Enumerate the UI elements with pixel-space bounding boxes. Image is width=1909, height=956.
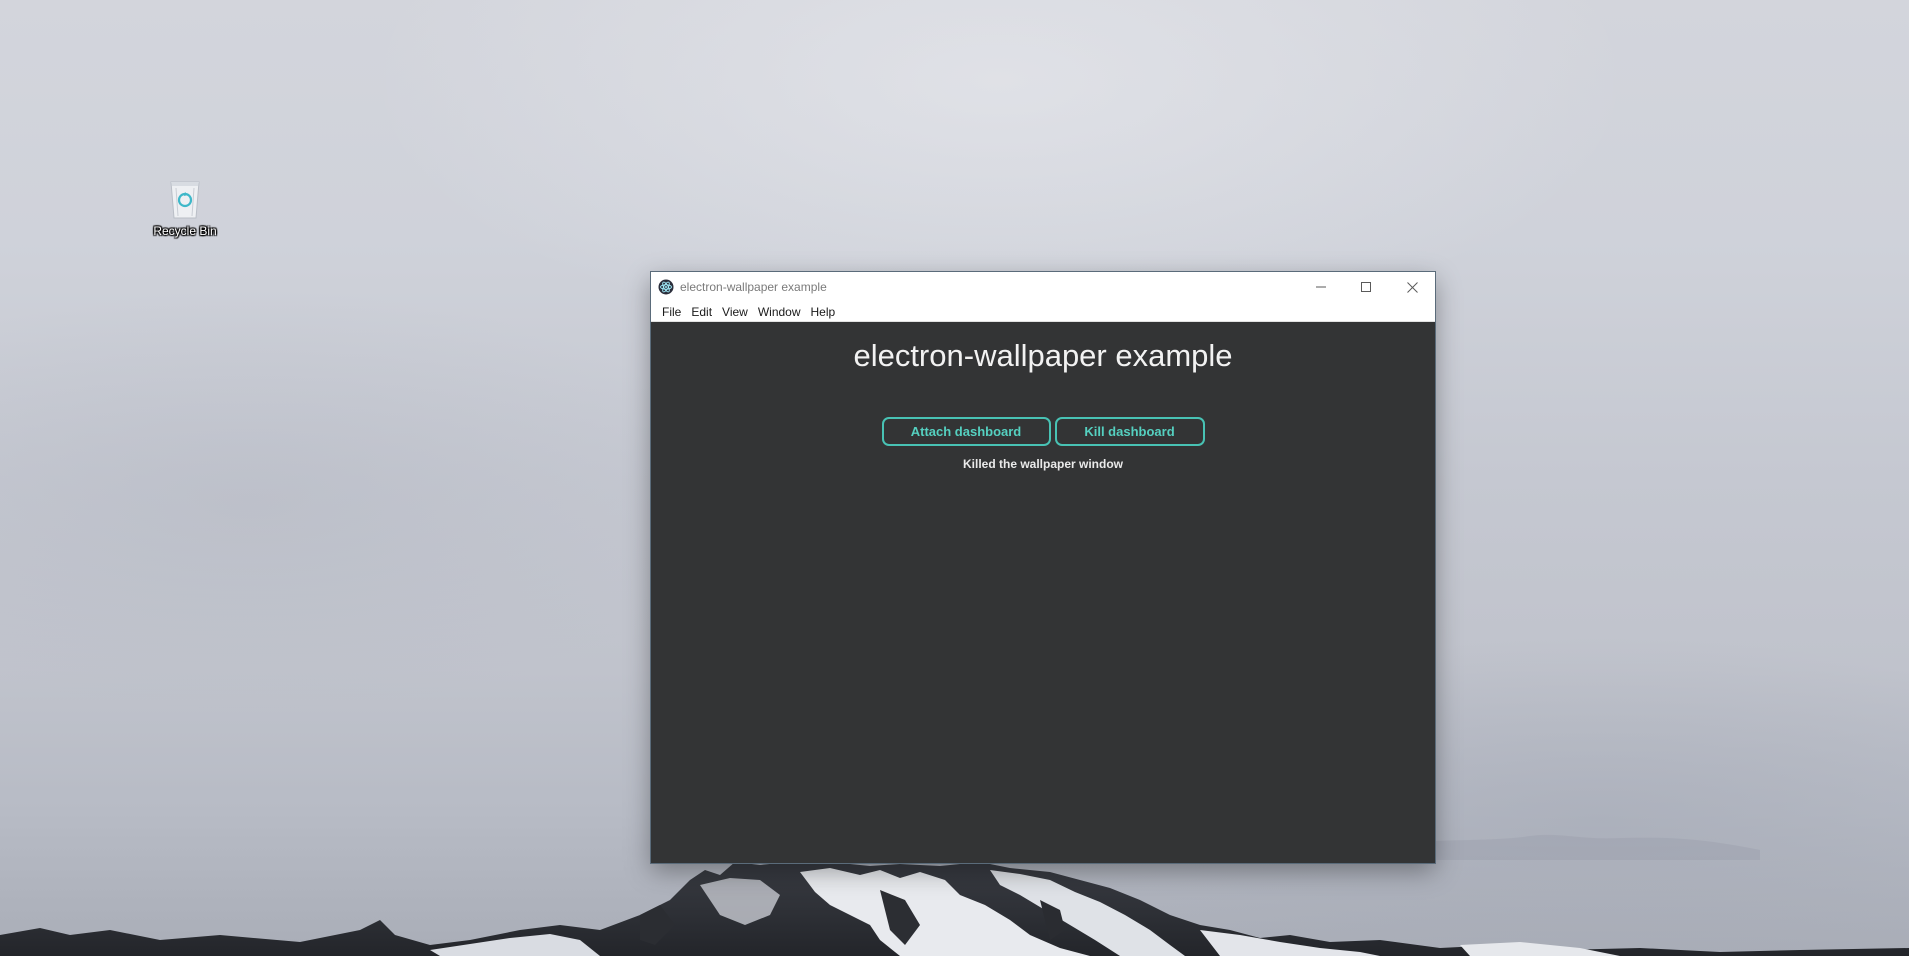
- desktop: Recycle Bin electron-wallpaper example F…: [0, 0, 1909, 956]
- kill-dashboard-button[interactable]: Kill dashboard: [1054, 417, 1205, 446]
- window-title: electron-wallpaper example: [680, 280, 827, 294]
- minimize-button[interactable]: [1298, 272, 1344, 302]
- menu-help[interactable]: Help: [806, 302, 841, 322]
- menu-bar: File Edit View Window Help: [651, 302, 1435, 322]
- maximize-icon: [1361, 282, 1371, 292]
- menu-edit[interactable]: Edit: [686, 302, 717, 322]
- attach-dashboard-button[interactable]: Attach dashboard: [881, 417, 1051, 446]
- menu-view[interactable]: View: [717, 302, 753, 322]
- desktop-icon-recycle-bin[interactable]: Recycle Bin: [150, 176, 220, 238]
- minimize-icon: [1316, 286, 1326, 288]
- recycle-bin-icon: [170, 181, 200, 219]
- menu-window[interactable]: Window: [753, 302, 806, 322]
- button-row: Attach dashboard Kill dashboard: [651, 417, 1435, 446]
- close-button[interactable]: [1389, 272, 1435, 302]
- title-bar[interactable]: electron-wallpaper example: [651, 272, 1435, 302]
- status-message: Killed the wallpaper window: [962, 457, 1124, 471]
- app-content: electron-wallpaper example Attach dashbo…: [651, 322, 1435, 863]
- electron-app-icon: [658, 279, 674, 295]
- page-heading: electron-wallpaper example: [853, 338, 1233, 373]
- app-window: electron-wallpaper example File Edit Vie…: [651, 272, 1435, 863]
- maximize-button[interactable]: [1343, 272, 1389, 302]
- menu-file[interactable]: File: [657, 302, 686, 322]
- recycle-bin-label: Recycle Bin: [153, 224, 217, 238]
- close-icon: [1406, 281, 1418, 293]
